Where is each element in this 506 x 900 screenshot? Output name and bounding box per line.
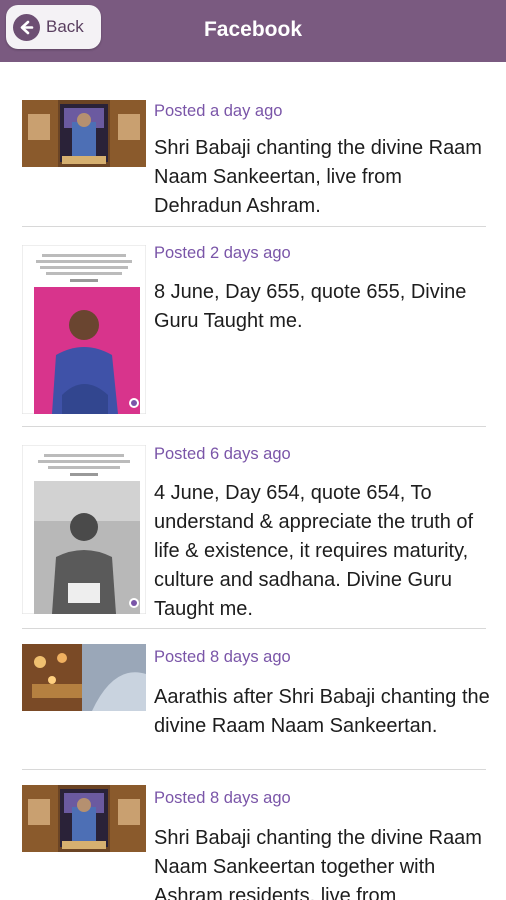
app-header: Back Facebook [0, 0, 506, 62]
post-timestamp: Posted 8 days ago [154, 648, 291, 666]
post-item[interactable]: Posted 8 days ago Aarathis after Shri Ba… [22, 629, 490, 770]
post-thumbnail-quote-card[interactable] [22, 245, 146, 414]
facebook-feed: Posted a day ago Shri Babaji chanting th… [0, 62, 506, 900]
post-item[interactable]: Posted a day ago Shri Babaji chanting th… [22, 90, 486, 227]
post-item[interactable]: Posted 2 days ago 8 June, Day 655, quote… [22, 227, 486, 427]
post-timestamp: Posted 6 days ago [154, 445, 291, 463]
post-thumbnail-aarathi[interactable] [22, 644, 146, 711]
post-text: 4 June, Day 654, quote 654, To understan… [154, 482, 474, 620]
post-thumbnail-quote-card[interactable] [22, 445, 146, 614]
post-thumbnail-temple[interactable] [22, 100, 146, 167]
post-text: Shri Babaji chanting the divine Raam Naa… [154, 827, 482, 900]
post-item[interactable]: Posted 8 days ago Shri Babaji chanting t… [22, 770, 486, 900]
post-item[interactable]: Posted 6 days ago 4 June, Day 654, quote… [22, 427, 486, 629]
page-title: Facebook [203, 18, 303, 41]
post-text: Aarathis after Shri Babaji chanting the … [154, 686, 490, 737]
post-timestamp: Posted 2 days ago [154, 244, 291, 262]
post-thumbnail-temple[interactable] [22, 785, 146, 852]
post-text: Shri Babaji chanting the divine Raam Naa… [154, 137, 482, 217]
post-text: 8 June, Day 655, quote 655, Divine Guru … [154, 281, 467, 332]
post-timestamp: Posted 8 days ago [154, 789, 291, 807]
post-timestamp: Posted a day ago [154, 102, 283, 120]
